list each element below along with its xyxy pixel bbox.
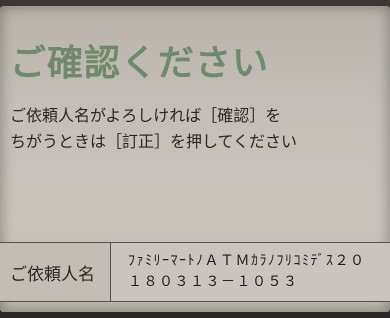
atm-bezel: ご確認ください ご依頼人名がよろしければ［確認］を ちがうときは［訂正］を押して… <box>0 0 390 318</box>
instruction-line-2: ちがうときは［訂正］を押してください <box>10 132 298 151</box>
requester-name-label: ご依頼人名 <box>10 265 95 285</box>
requester-name-label-cell: ご依頼人名 <box>0 243 111 301</box>
requester-name-value-line-1: ﾌｧﾐﾘｰﾏｰﾄﾉＡＴＭｶﾗﾉﾌﾘｺﾐﾃﾞｽ２０ <box>128 253 366 269</box>
atm-screen: ご確認ください ご依頼人名がよろしければ［確認］を ちがうときは［訂正］を押して… <box>0 6 390 312</box>
instruction-line-1: ご依頼人名がよろしければ［確認］を <box>10 106 282 125</box>
requester-name-value-line-2: １８０３１３－１０５３ <box>128 274 299 290</box>
page-title: ご確認ください <box>10 43 270 84</box>
requester-name-panel: ご依頼人名 ﾌｧﾐﾘｰﾏｰﾄﾉＡＴＭｶﾗﾉﾌﾘｺﾐﾃﾞｽ２０ １８０３１３－１０… <box>0 242 390 302</box>
